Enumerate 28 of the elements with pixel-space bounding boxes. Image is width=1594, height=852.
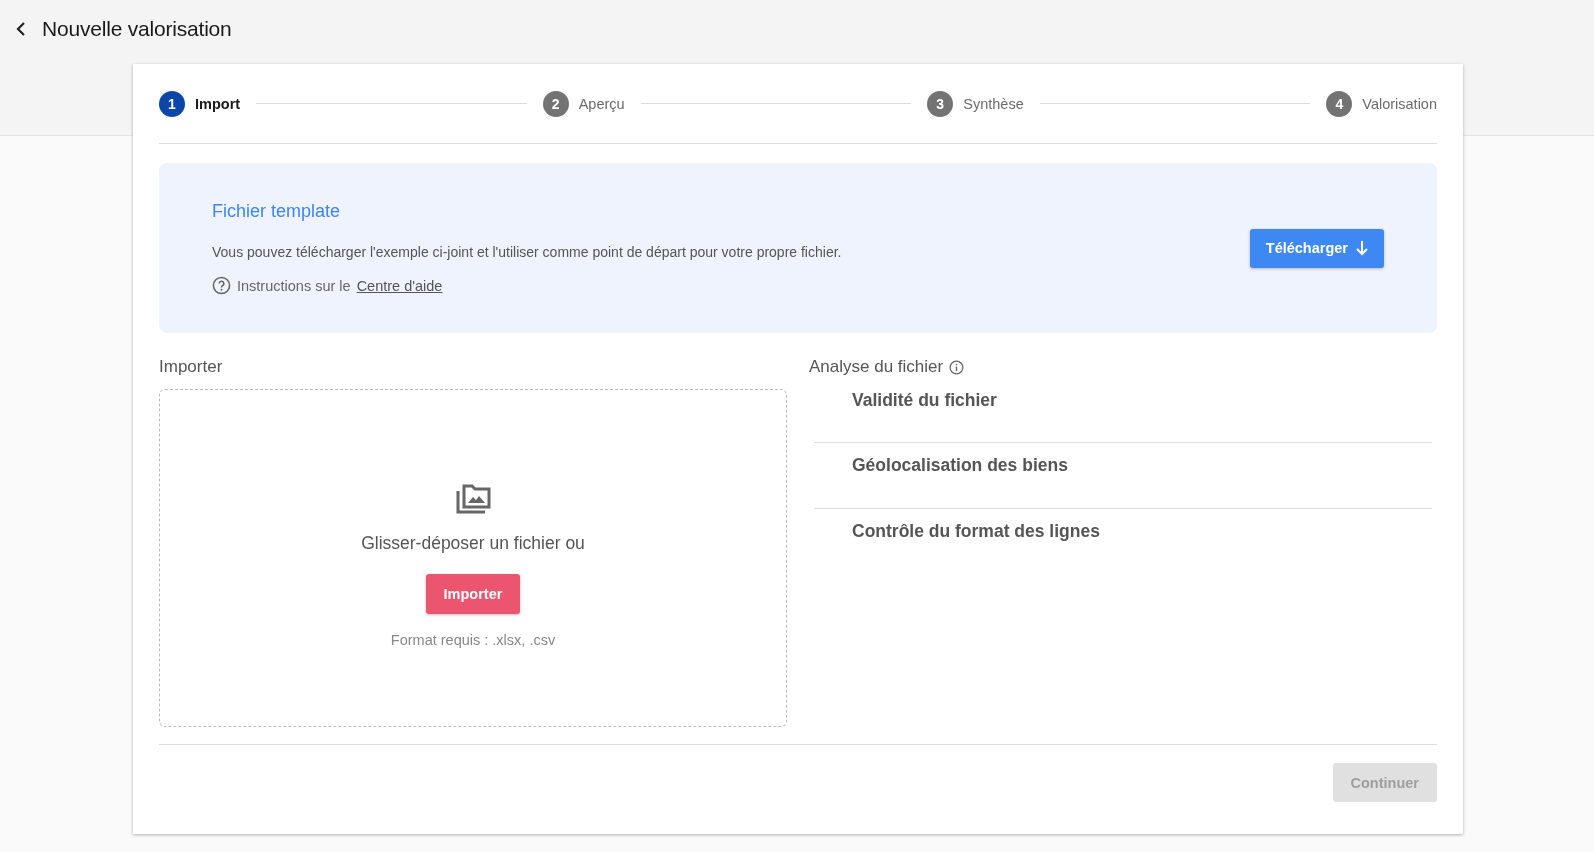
- step-tab[interactable]: 4 Valorisation: [1326, 90, 1437, 117]
- drop-instruction: Glisser-déposer un fichier ou: [361, 532, 585, 554]
- download-button[interactable]: Télécharger: [1249, 228, 1384, 268]
- page-title: Nouvelle valorisation: [42, 17, 232, 41]
- template-description: Vous pouvez télécharger l'exemple ci-joint et l'utiliser comme point de départ pour votre propre fichier.: [212, 244, 843, 260]
- analysis-check-item: Géolocalisation des biens: [814, 443, 1432, 509]
- down-arrow-icon: [1356, 240, 1368, 256]
- info-icon: [949, 359, 965, 375]
- step-number: 1: [159, 90, 185, 117]
- template-title: Fichier template: [212, 201, 342, 222]
- help-icon: [212, 276, 231, 295]
- step-tab[interactable]: 1 Import: [159, 90, 241, 117]
- import-button[interactable]: Importer: [425, 573, 521, 614]
- help-text: Instructions sur le: [237, 277, 351, 294]
- drop-zone[interactable]: Glisser-déposer un fichier ou Importer Format requis : .xlsx, .csv: [159, 389, 787, 727]
- analysis-check-item: Contrôle du format des lignes: [851, 520, 1101, 543]
- step-tab[interactable]: 2 Aperçu: [542, 90, 625, 117]
- analysis-check-item: Validité du fichier: [814, 389, 1432, 443]
- step-number: 3: [927, 90, 954, 117]
- step-tab[interactable]: 3 Synthèse: [927, 90, 1024, 117]
- image-folder-icon: [455, 482, 491, 515]
- help-link[interactable]: Centre d'aide: [356, 277, 443, 294]
- analysis-title: Analyse du fichier: [809, 357, 944, 377]
- step-number: 4: [1326, 90, 1353, 117]
- import-title: Importer: [159, 357, 224, 377]
- format-hint: Format requis : .xlsx, .csv: [390, 631, 556, 648]
- step-number: 2: [542, 90, 569, 117]
- back-icon[interactable]: [16, 22, 26, 36]
